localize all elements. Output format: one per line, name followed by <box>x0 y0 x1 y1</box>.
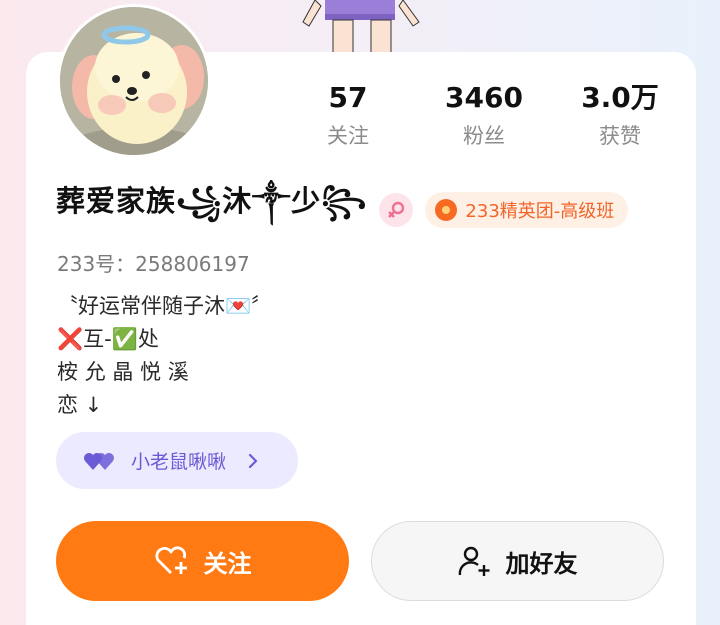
background-character <box>302 0 420 57</box>
stat-following-label: 关注 <box>327 124 369 148</box>
stat-following-value: 57 <box>328 81 368 114</box>
profile-name: 葬爱家族꧁沐༒少꧂ <box>56 184 368 218</box>
bio-line: ❌互-✅处 <box>57 327 159 351</box>
user-id: 233号：258806197 <box>57 252 250 276</box>
female-gender-icon <box>379 193 414 227</box>
stat-followers[interactable]: 3460 粉丝 <box>429 80 539 150</box>
stat-following[interactable]: 57 关注 <box>293 80 403 150</box>
chevron-right-icon <box>248 453 258 468</box>
add-friend-button-label: 加好友 <box>505 549 578 578</box>
stat-likes-value: 3.0万 <box>581 81 659 114</box>
profile-bio: 〝好运常伴随子沐💌〞 ❌互-✅处 桉 允 晶 悦 溪 恋 ↓ <box>57 290 272 422</box>
avatar[interactable] <box>57 4 211 158</box>
plush-dog-image <box>60 7 208 155</box>
stat-followers-value: 3460 <box>445 81 523 114</box>
bio-line: 恋 ↓ <box>57 393 103 417</box>
stat-likes-label: 获赞 <box>599 124 641 148</box>
double-heart-icon <box>84 452 114 470</box>
group-name: 小老鼠啾啾 <box>131 451 227 473</box>
follow-button-label: 关注 <box>203 549 252 578</box>
elite-badge-icon <box>435 199 458 221</box>
group-pill[interactable]: 小老鼠啾啾 <box>56 432 298 489</box>
stat-followers-label: 粉丝 <box>463 124 505 148</box>
bio-line: 〝好运常伴随子沐💌〞 <box>57 294 273 318</box>
name-row: 葬爱家族꧁沐༒少꧂ 233精英团-高级班 <box>56 184 629 232</box>
follow-button[interactable]: 关注 <box>56 521 349 601</box>
membership-badge[interactable]: 233精英团-高级班 <box>425 192 629 228</box>
membership-badge-label: 233精英团-高级班 <box>465 201 615 222</box>
bio-line: 桉 允 晶 悦 溪 <box>57 360 189 384</box>
heart-plus-icon <box>154 546 187 574</box>
add-friend-button[interactable]: 加好友 <box>371 521 664 601</box>
add-user-icon <box>458 546 489 576</box>
stat-likes[interactable]: 3.0万 获赞 <box>565 80 675 150</box>
